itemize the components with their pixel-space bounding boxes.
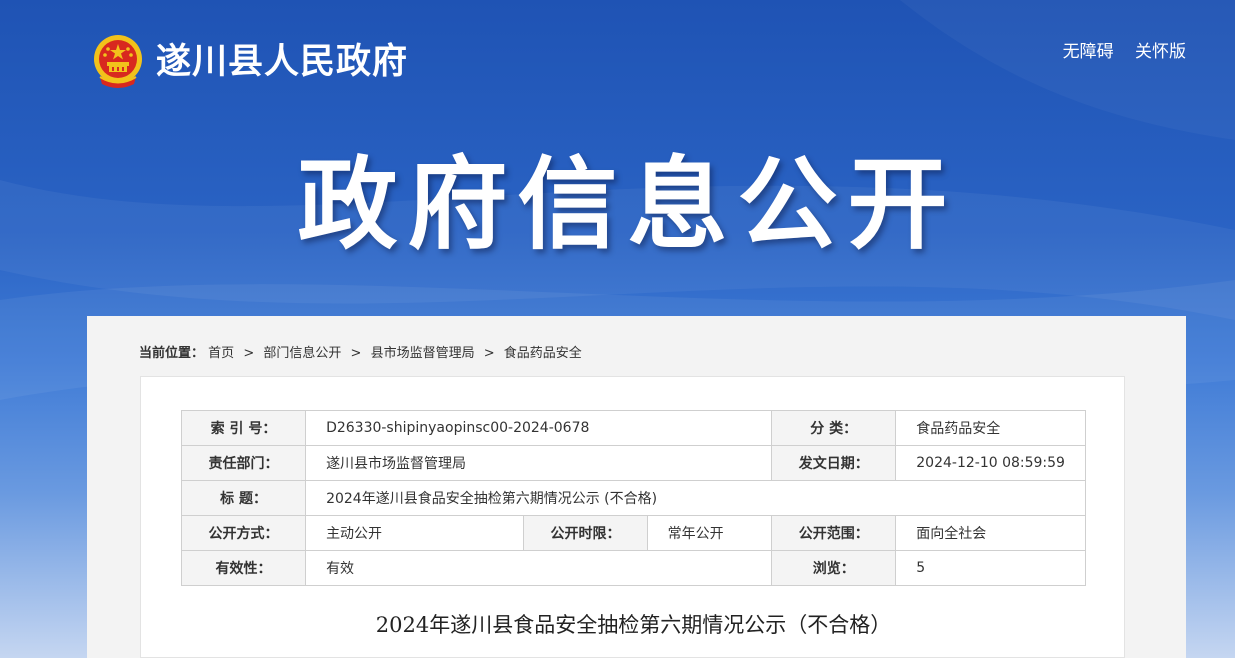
table-row: 公开方式： 主动公开 公开时限： 常年公开 公开范围： 面向全社会 (180, 515, 1086, 551)
table-row: 有效性： 有效 浏览： 5 (180, 550, 1086, 586)
validity-value: 有效 (305, 550, 773, 586)
index-no-label: 索 引 号： (180, 410, 307, 446)
title-label: 标 题： (180, 480, 307, 516)
article-panel: 索 引 号： D26330-shipinyaopinsc00-2024-0678… (140, 376, 1125, 658)
breadcrumb-food-drug-safety[interactable]: 食品药品安全 (504, 346, 582, 361)
method-value: 主动公开 (305, 515, 525, 551)
period-value: 常年公开 (646, 515, 773, 551)
breadcrumb-dept-info[interactable]: 部门信息公开 (263, 346, 341, 361)
dept-label: 责任部门： (180, 445, 307, 481)
breadcrumb-home[interactable]: 首页 (208, 346, 234, 361)
views-label: 浏览： (771, 550, 897, 586)
breadcrumb-separator: > (483, 346, 495, 361)
breadcrumb-separator: > (350, 346, 362, 361)
views-value: 5 (895, 550, 1086, 586)
dept-value: 遂川县市场监督管理局 (305, 445, 773, 481)
content-panel: 当前位置： 首页 > 部门信息公开 > 县市场监督管理局 > 食品药品安全 索 … (87, 316, 1186, 658)
scope-value: 面向全社会 (895, 515, 1086, 551)
validity-label: 有效性： (180, 550, 307, 586)
metadata-table: 索 引 号： D26330-shipinyaopinsc00-2024-0678… (180, 410, 1086, 586)
date-value: 2024-12-10 08:59:59 (895, 445, 1086, 481)
site-header: 遂川县人民政府 无障碍 关怀版 (0, 0, 1235, 110)
banner-title: 政府信息公开 (297, 146, 958, 263)
breadcrumb-market-bureau[interactable]: 县市场监督管理局 (371, 346, 475, 361)
article-title: 2024年遂川县食品安全抽检第六期情况公示（不合格） (375, 613, 892, 637)
breadcrumb-separator: > (243, 346, 255, 361)
breadcrumb-label: 当前位置： (139, 346, 205, 361)
table-row: 标 题： 2024年遂川县食品安全抽检第六期情况公示 (不合格) (180, 480, 1086, 516)
accessibility-link[interactable]: 无障碍 (1063, 42, 1114, 62)
category-label: 分 类： (771, 410, 897, 446)
table-row: 索 引 号： D26330-shipinyaopinsc00-2024-0678… (180, 410, 1086, 446)
date-label: 发文日期： (771, 445, 897, 481)
breadcrumb: 当前位置： 首页 > 部门信息公开 > 县市场监督管理局 > 食品药品安全 (139, 345, 582, 363)
table-row: 责任部门： 遂川县市场监督管理局 发文日期： 2024-12-10 08:59:… (180, 445, 1086, 481)
scope-label: 公开范围： (771, 515, 897, 551)
method-label: 公开方式： (180, 515, 307, 551)
site-name[interactable]: 遂川县人民政府 (156, 38, 408, 86)
category-value: 食品药品安全 (895, 410, 1086, 446)
national-emblem-icon (94, 35, 142, 88)
top-links: 无障碍 关怀版 (1047, 37, 1186, 62)
index-no-value: D26330-shipinyaopinsc00-2024-0678 (305, 410, 773, 446)
period-label: 公开时限： (523, 515, 648, 551)
title-value: 2024年遂川县食品安全抽检第六期情况公示 (不合格) (305, 480, 1086, 516)
elderly-mode-link[interactable]: 关怀版 (1135, 42, 1186, 62)
